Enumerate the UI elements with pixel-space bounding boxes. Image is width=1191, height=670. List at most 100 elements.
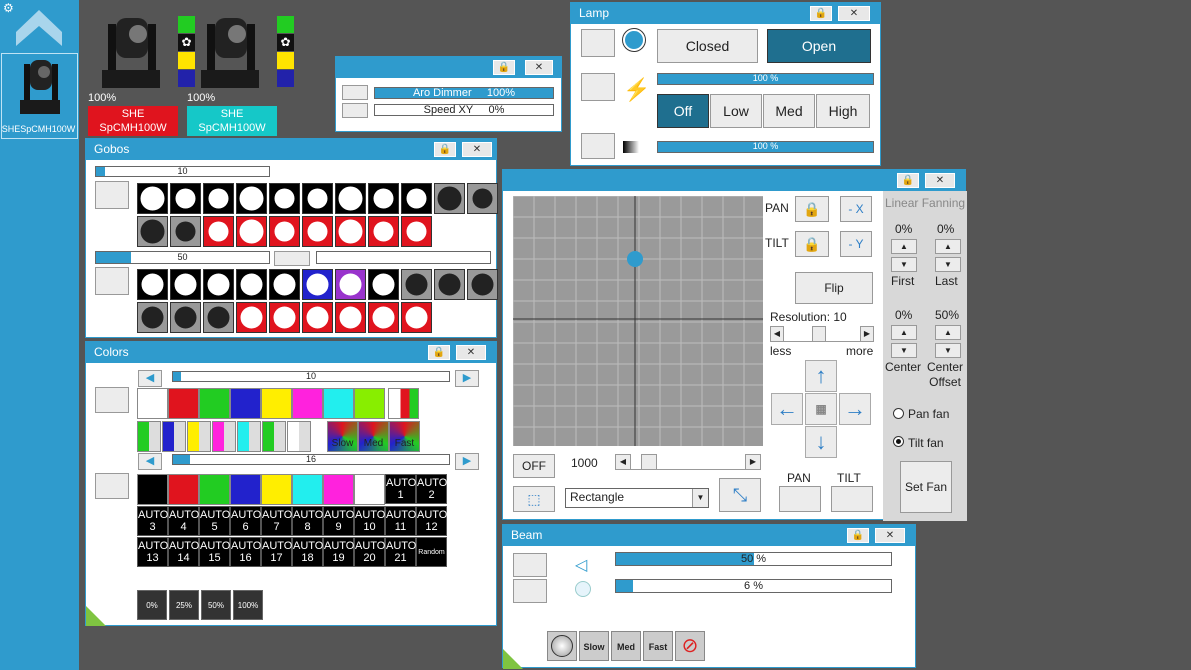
shape-apply-icon[interactable]: ⤡ (719, 478, 761, 512)
gobo-icon[interactable] (203, 216, 234, 247)
arrow-left-icon[interactable]: ◀ (615, 454, 631, 470)
gobo-icon[interactable] (335, 216, 366, 247)
gear-icon[interactable]: ⚙ (3, 2, 14, 14)
percent-25-button[interactable]: 25% (169, 590, 199, 620)
auto-color-button[interactable]: AUTO 7 (261, 506, 292, 536)
gobo-icon[interactable] (269, 183, 300, 214)
gobo-icon[interactable] (467, 183, 498, 214)
gobo-icon[interactable] (137, 269, 168, 300)
speed-button[interactable] (342, 103, 368, 118)
color-slider-2[interactable]: 16 (172, 454, 450, 465)
gobo-icon[interactable] (203, 269, 234, 300)
gobo-icon[interactable] (269, 302, 300, 333)
percent-50-button[interactable]: 50% (201, 590, 231, 620)
lock-icon[interactable]: 🔒 (847, 528, 869, 543)
gobo-icon[interactable] (368, 216, 399, 247)
color-swatch[interactable] (388, 388, 419, 419)
corner-add-icon[interactable] (86, 606, 106, 626)
resolution-slider[interactable]: ◀ ▶ (770, 326, 874, 342)
gobo-icon[interactable] (434, 183, 465, 214)
lamp-bar-2[interactable]: 100 % (657, 141, 874, 153)
beam-med-button[interactable]: Med (611, 631, 641, 661)
color-swatch[interactable] (137, 474, 168, 505)
gobo-icon[interactable] (302, 269, 333, 300)
gobo-icon[interactable] (137, 183, 168, 214)
color-swatch[interactable] (212, 421, 236, 452)
gobo-icon[interactable] (236, 302, 267, 333)
lock-icon[interactable]: 🔒 (434, 142, 456, 157)
color-wheel-1-button[interactable] (95, 387, 129, 413)
gobo-icon[interactable] (170, 302, 201, 333)
color-speed-fast-button[interactable]: Fast (389, 421, 420, 452)
dimmer-button[interactable] (342, 85, 368, 100)
auto-color-button[interactable]: AUTO 5 (199, 506, 230, 536)
gobo-icon[interactable] (170, 216, 201, 247)
offset-down-icon[interactable]: ▼ (935, 343, 961, 358)
gobo-icon[interactable] (302, 216, 333, 247)
color-wheel-2-button[interactable] (95, 473, 129, 499)
auto-color-button[interactable]: AUTO 18 (292, 537, 323, 567)
gobo-small-button[interactable] (274, 251, 310, 266)
color-swatch[interactable] (230, 474, 261, 505)
first-up-icon[interactable]: ▲ (891, 239, 917, 254)
gobo-slider-1[interactable]: 10 (95, 166, 270, 177)
zoom-bar[interactable]: 50 % (615, 552, 892, 566)
off-button[interactable]: OFF (513, 454, 555, 478)
auto-color-button[interactable]: AUTO 20 (354, 537, 385, 567)
level-high-button[interactable]: High (816, 94, 870, 128)
gobo-icon[interactable] (401, 216, 432, 247)
gobo-icon[interactable] (335, 302, 366, 333)
arrow-left-icon[interactable]: ◀ (138, 453, 162, 470)
auto-color-button[interactable]: AUTO 12 (416, 506, 447, 536)
color-swatch[interactable] (137, 421, 161, 452)
arrow-left-icon[interactable]: ◀ (770, 326, 784, 342)
pan-fan-radio[interactable] (893, 408, 904, 419)
tilt-fan-radio[interactable] (893, 436, 904, 447)
lock-icon[interactable]: 🔒 (897, 173, 919, 188)
gobo-icon[interactable] (368, 302, 399, 333)
position-marker[interactable] (627, 251, 643, 267)
lock-icon[interactable]: 🔒 (428, 345, 450, 360)
color-swatch[interactable] (199, 474, 230, 505)
center-icon[interactable]: ▦ (805, 393, 837, 425)
gobo-icon[interactable] (203, 183, 234, 214)
gobo-wheel-2-button[interactable] (95, 267, 129, 295)
shape-select-icon[interactable]: ⬚ (513, 486, 555, 512)
color-speed-slow-button[interactable]: Slow (327, 421, 358, 452)
resolution-thumb[interactable] (812, 326, 826, 342)
arrow-right-icon[interactable]: ▶ (860, 326, 874, 342)
gobo-icon[interactable] (467, 269, 498, 300)
auto-color-button[interactable]: AUTO 11 (385, 506, 416, 536)
color-swatch[interactable] (261, 388, 292, 419)
color-swatch[interactable] (261, 474, 292, 505)
gobo-icon[interactable] (335, 269, 366, 300)
gobo-wheel-1-button[interactable] (95, 181, 129, 209)
gobo-icon[interactable] (335, 183, 366, 214)
dimmer-bar[interactable]: Aro Dimmer 100% (374, 87, 554, 99)
color-swatch[interactable] (323, 388, 354, 419)
gobo-icon[interactable] (368, 183, 399, 214)
arrow-down-icon[interactable]: ↓ (805, 426, 837, 458)
color-swatch[interactable] (287, 421, 311, 452)
closed-button[interactable]: Closed (657, 29, 758, 63)
pan-lock-icon[interactable]: 🔒 (795, 196, 829, 222)
auto-color-button[interactable]: AUTO 21 (385, 537, 416, 567)
beam-reset-button[interactable] (547, 631, 577, 661)
speed-slider[interactable]: ◀ ▶ (615, 454, 761, 470)
power-button[interactable] (581, 73, 615, 101)
fade-button[interactable] (581, 133, 615, 159)
level-off-button[interactable]: Off (657, 94, 709, 128)
random-button[interactable]: Random (416, 537, 447, 567)
first-down-icon[interactable]: ▼ (891, 257, 917, 272)
focus-button[interactable] (513, 579, 547, 603)
auto-color-button[interactable]: AUTO 10 (354, 506, 385, 536)
gobo-icon[interactable] (236, 183, 267, 214)
gobo-icon[interactable] (170, 183, 201, 214)
gobo-icon[interactable] (401, 302, 432, 333)
speed-bar[interactable]: Speed XY 0% (374, 104, 554, 116)
auto-color-button[interactable]: AUTO 3 (137, 506, 168, 536)
gobo-icon[interactable] (170, 269, 201, 300)
arrow-left-icon[interactable]: ◀ (138, 370, 162, 387)
auto-color-button[interactable]: AUTO 1 (385, 474, 416, 504)
gobo-icon[interactable] (434, 269, 465, 300)
